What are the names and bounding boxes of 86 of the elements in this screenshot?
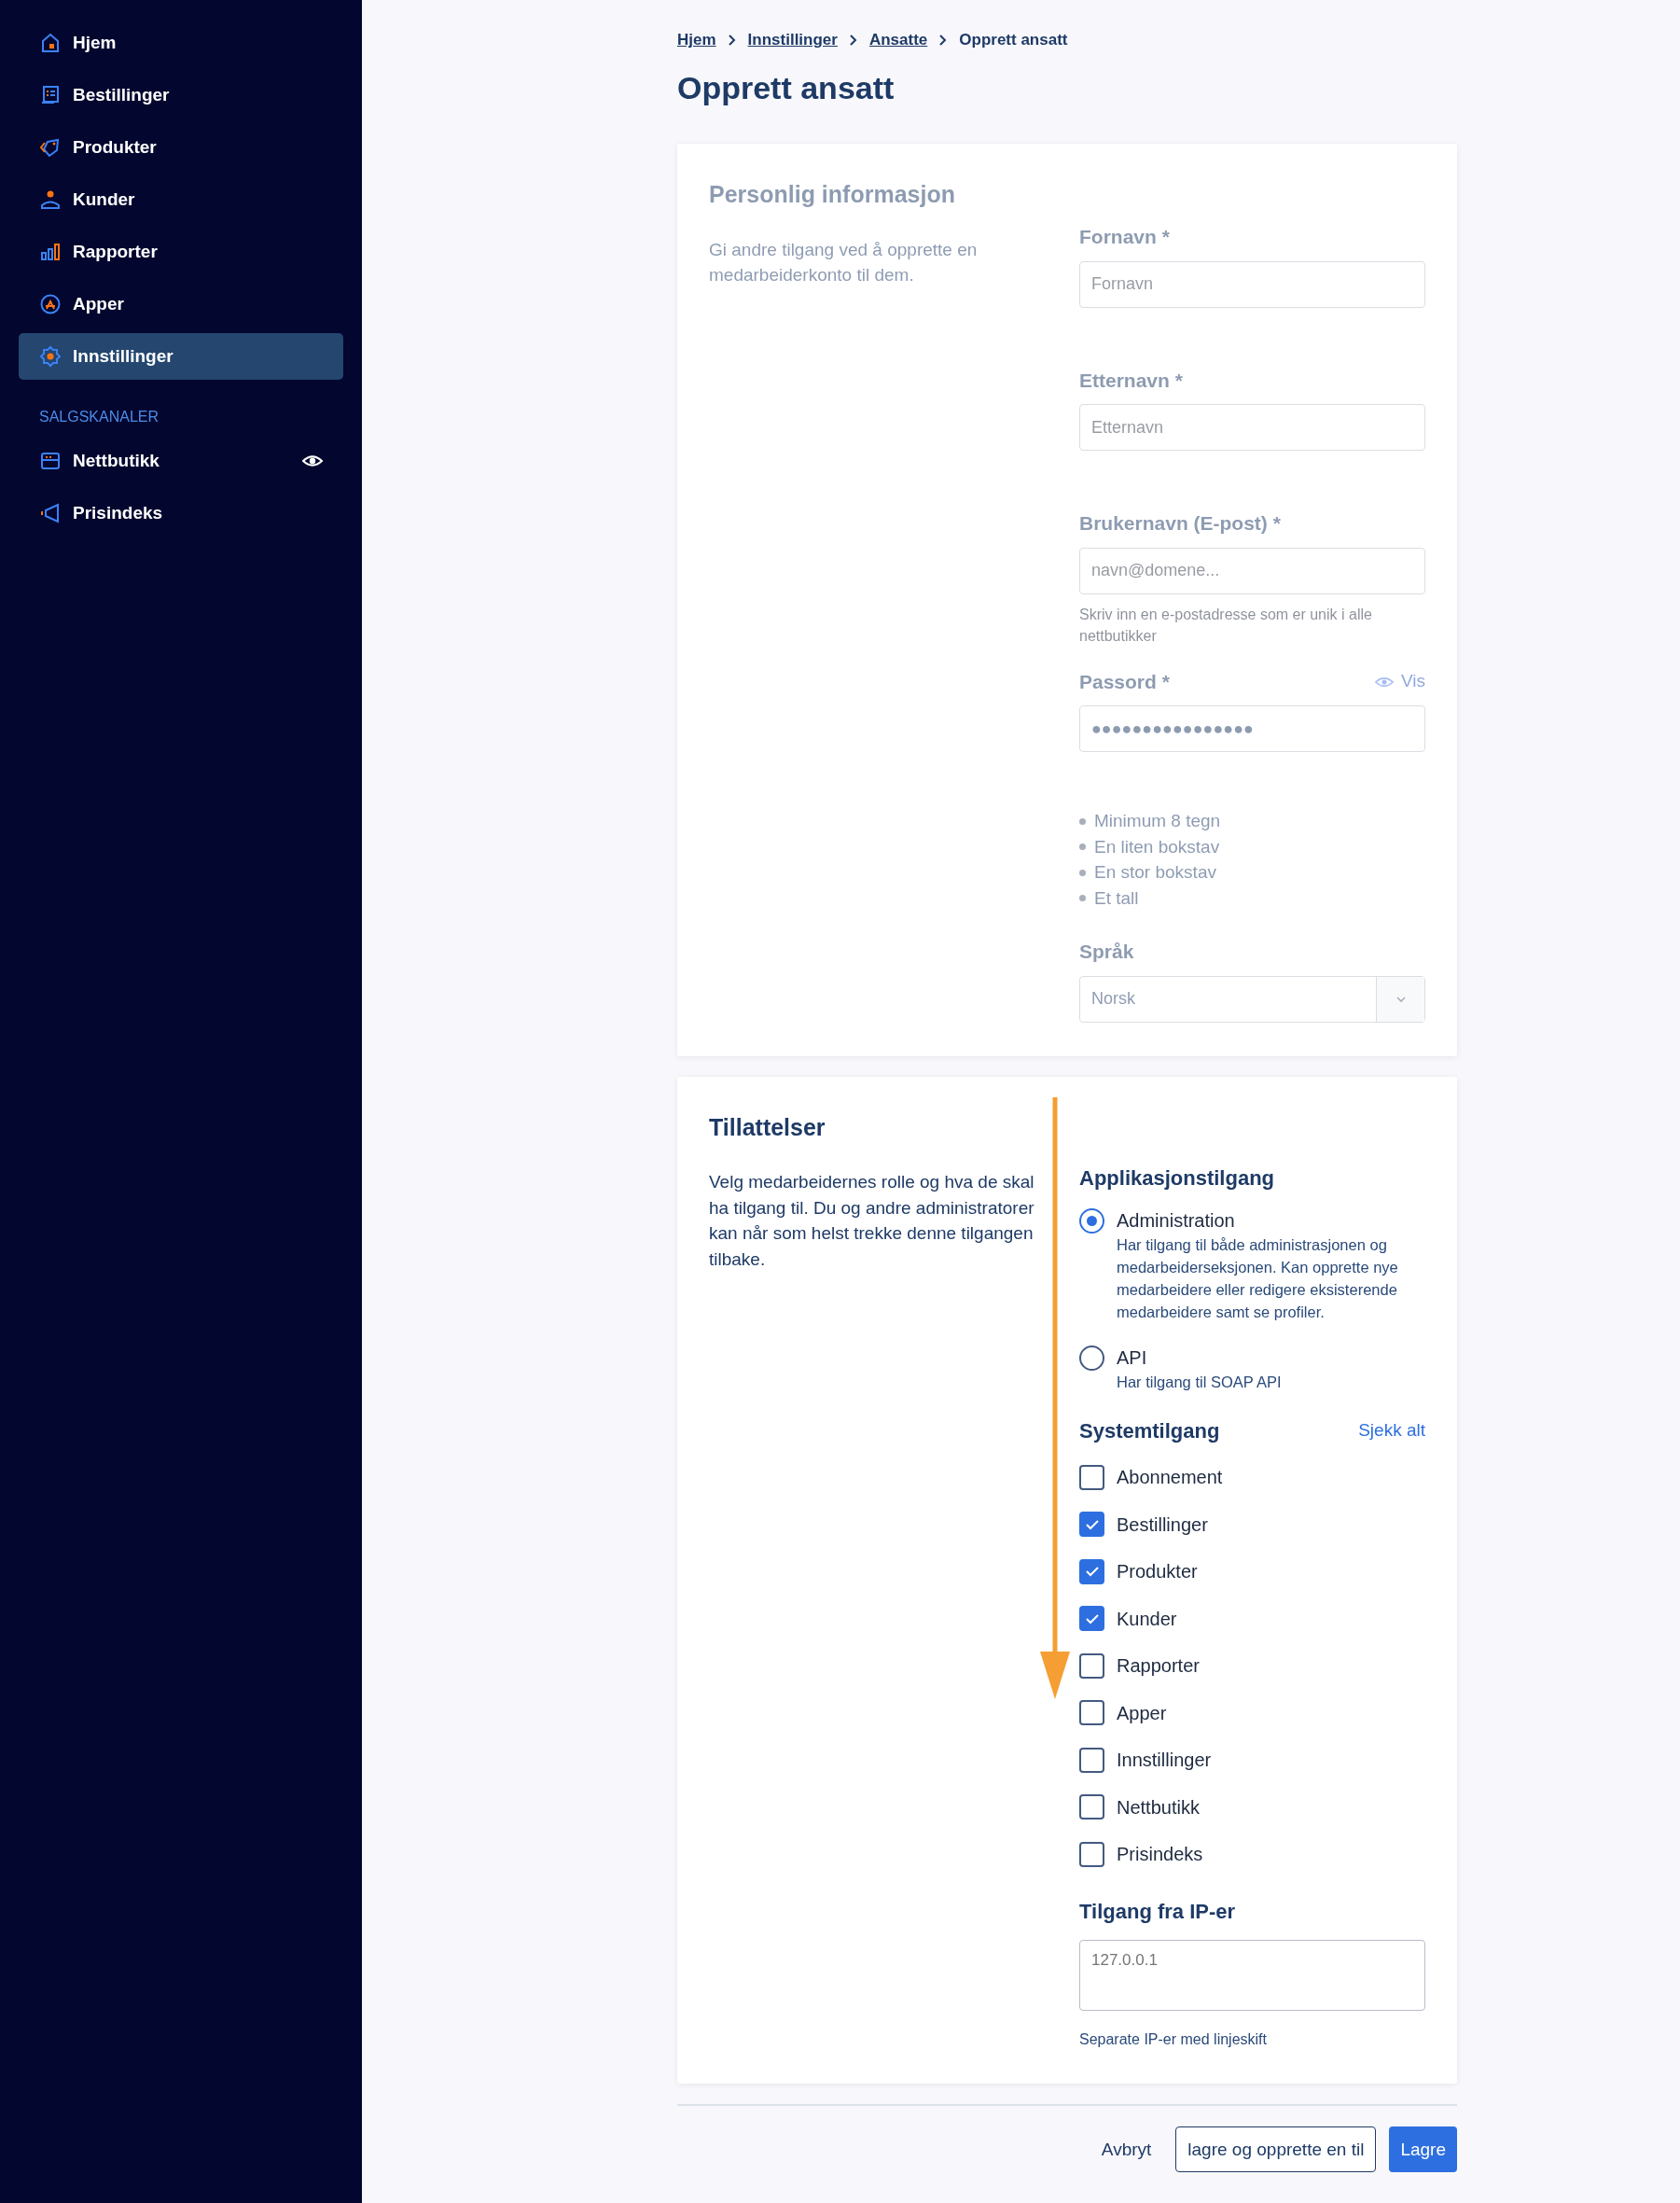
checkmark-icon	[1084, 1612, 1100, 1624]
input-field[interactable]: Fornavn	[1079, 260, 1425, 308]
checkbox-label: Abonnement	[1117, 1466, 1223, 1490]
field-label: Etternavn *	[1079, 368, 1184, 393]
password-rule: Et tall	[1094, 886, 1139, 910]
group-heading: Tilgang fra IP-er	[1079, 1899, 1237, 1926]
password-rule: Minimum 8 tegn	[1094, 810, 1221, 833]
section-title: Personlig informasjon	[709, 180, 956, 210]
checkbox-label: Nettbutikk	[1117, 1795, 1200, 1820]
checkbox-label: Bestillinger	[1117, 1513, 1208, 1537]
checkmark-icon	[1084, 1518, 1100, 1530]
chevron-down-icon	[1395, 995, 1407, 1003]
checkbox-label: Prisindeks	[1117, 1843, 1203, 1867]
ip-textarea[interactable]: 127.0.0.1	[1079, 1940, 1425, 2012]
sidebar-item[interactable]: Nettbutikk	[19, 438, 343, 484]
checkbox[interactable]	[1079, 1606, 1104, 1632]
input-field[interactable]: navn@domene...	[1079, 547, 1425, 594]
sidebar-item[interactable]: Rapporter	[19, 229, 343, 275]
person-icon	[39, 188, 62, 211]
option-description: Har tilgang til SOAP API	[1117, 1372, 1282, 1392]
checkbox-label: Innstillinger	[1117, 1749, 1212, 1773]
sidebar-item[interactable]: Bestillinger	[19, 72, 343, 119]
eye-icon	[1374, 675, 1394, 689]
breadcrumb-link[interactable]: Innstillinger	[747, 28, 838, 52]
checkbox[interactable]	[1079, 1652, 1104, 1679]
field-label: Brukernavn (E-post) *	[1079, 511, 1282, 537]
sidebar-item[interactable]: Apper	[19, 281, 343, 328]
chevron-icon	[938, 33, 949, 47]
store-icon	[39, 450, 62, 472]
page-title: Opprett ansatt	[677, 68, 896, 107]
group-heading: Applikasjonstilgang	[1079, 1164, 1276, 1192]
sidebar-item[interactable]: Prisindeks	[19, 490, 343, 537]
checkbox[interactable]	[1079, 1794, 1104, 1820]
help-text: Separate IP-er med linjeskift	[1079, 2030, 1268, 2050]
field-label: Fornavn *	[1079, 225, 1171, 250]
section-description: Gi andre tilgang ved å opprette en medarbeiderkonto til dem.	[709, 238, 979, 287]
cancel-button[interactable]: Avbryt	[1095, 2135, 1158, 2165]
checkbox-label: Produkter	[1117, 1560, 1198, 1584]
checkmark-icon	[1084, 1566, 1100, 1578]
save-and-new-button[interactable]: lagre og opprette en til	[1175, 2126, 1377, 2173]
checkbox[interactable]	[1079, 1558, 1104, 1584]
chevron-icon	[848, 33, 858, 47]
option-label: Administration	[1117, 1208, 1236, 1233]
bar-chart-icon	[39, 241, 62, 263]
radio-button[interactable]	[1079, 1345, 1104, 1371]
input-field[interactable]: Etternavn	[1079, 404, 1425, 452]
checkbox-label: Kunder	[1117, 1607, 1177, 1631]
section-description: Velg medarbeidernes rolle og hva de skal ha tilgang til. Du og andre administratorer kan når som helst trekke denne tilgangen tilbake.	[709, 1171, 1035, 1271]
sidebar-item[interactable]: Innstillinger	[19, 333, 343, 380]
checkbox[interactable]	[1079, 1747, 1104, 1773]
checkbox[interactable]	[1079, 1841, 1104, 1867]
checkbox[interactable]	[1079, 1464, 1104, 1490]
bullet-icon	[1079, 817, 1086, 825]
checkbox[interactable]	[1079, 1512, 1104, 1538]
home-icon	[39, 32, 62, 54]
field-label: Språk	[1079, 940, 1135, 965]
checkbox-label: Rapporter	[1117, 1654, 1200, 1679]
bullet-icon	[1079, 869, 1086, 876]
receipt-icon	[39, 84, 62, 106]
password-rule: En liten bokstav	[1094, 835, 1220, 858]
breadcrumb-current: Opprett ansatt	[959, 30, 1068, 50]
checkbox[interactable]	[1079, 1700, 1104, 1726]
section-heading: SALGSKANALER	[38, 408, 160, 426]
field-label: Passord *	[1079, 669, 1170, 694]
radio-button[interactable]	[1079, 1207, 1104, 1234]
breadcrumb-link[interactable]: Ansatte	[868, 28, 928, 52]
sidebar-item[interactable]: Hjem	[19, 20, 343, 66]
option-description: Har tilgang til både administrasjonen og medarbeiderseksjonen. Kan opprette nye medarbeidere eller redigere eksisterende medarbeidere samt se profiler.	[1117, 1234, 1399, 1322]
tag-icon	[39, 136, 62, 159]
option-label: API	[1117, 1346, 1148, 1370]
sidebar-item[interactable]: Kunder	[19, 176, 343, 223]
section-title: Tillattelser	[709, 1112, 826, 1142]
breadcrumb-link[interactable]: Hjem	[677, 28, 716, 52]
checkbox-label: Apper	[1117, 1701, 1167, 1725]
help-text: Skriv inn en e-postadresse som er unik i alle nettbutikker	[1079, 605, 1373, 646]
sidebar-item[interactable]: Produkter	[19, 124, 343, 171]
check-all-link[interactable]: Sjekk alt	[1358, 1417, 1425, 1444]
megaphone-icon	[39, 502, 62, 524]
settings-icon	[39, 345, 62, 368]
chevron-icon	[727, 33, 737, 47]
bullet-icon	[1079, 844, 1086, 851]
apps-icon	[39, 293, 62, 315]
password-rule: En stor bokstav	[1094, 861, 1216, 885]
group-heading: Systemtilgang	[1079, 1417, 1220, 1444]
save-button[interactable]: Lagre	[1389, 2126, 1457, 2173]
bullet-icon	[1079, 895, 1086, 902]
